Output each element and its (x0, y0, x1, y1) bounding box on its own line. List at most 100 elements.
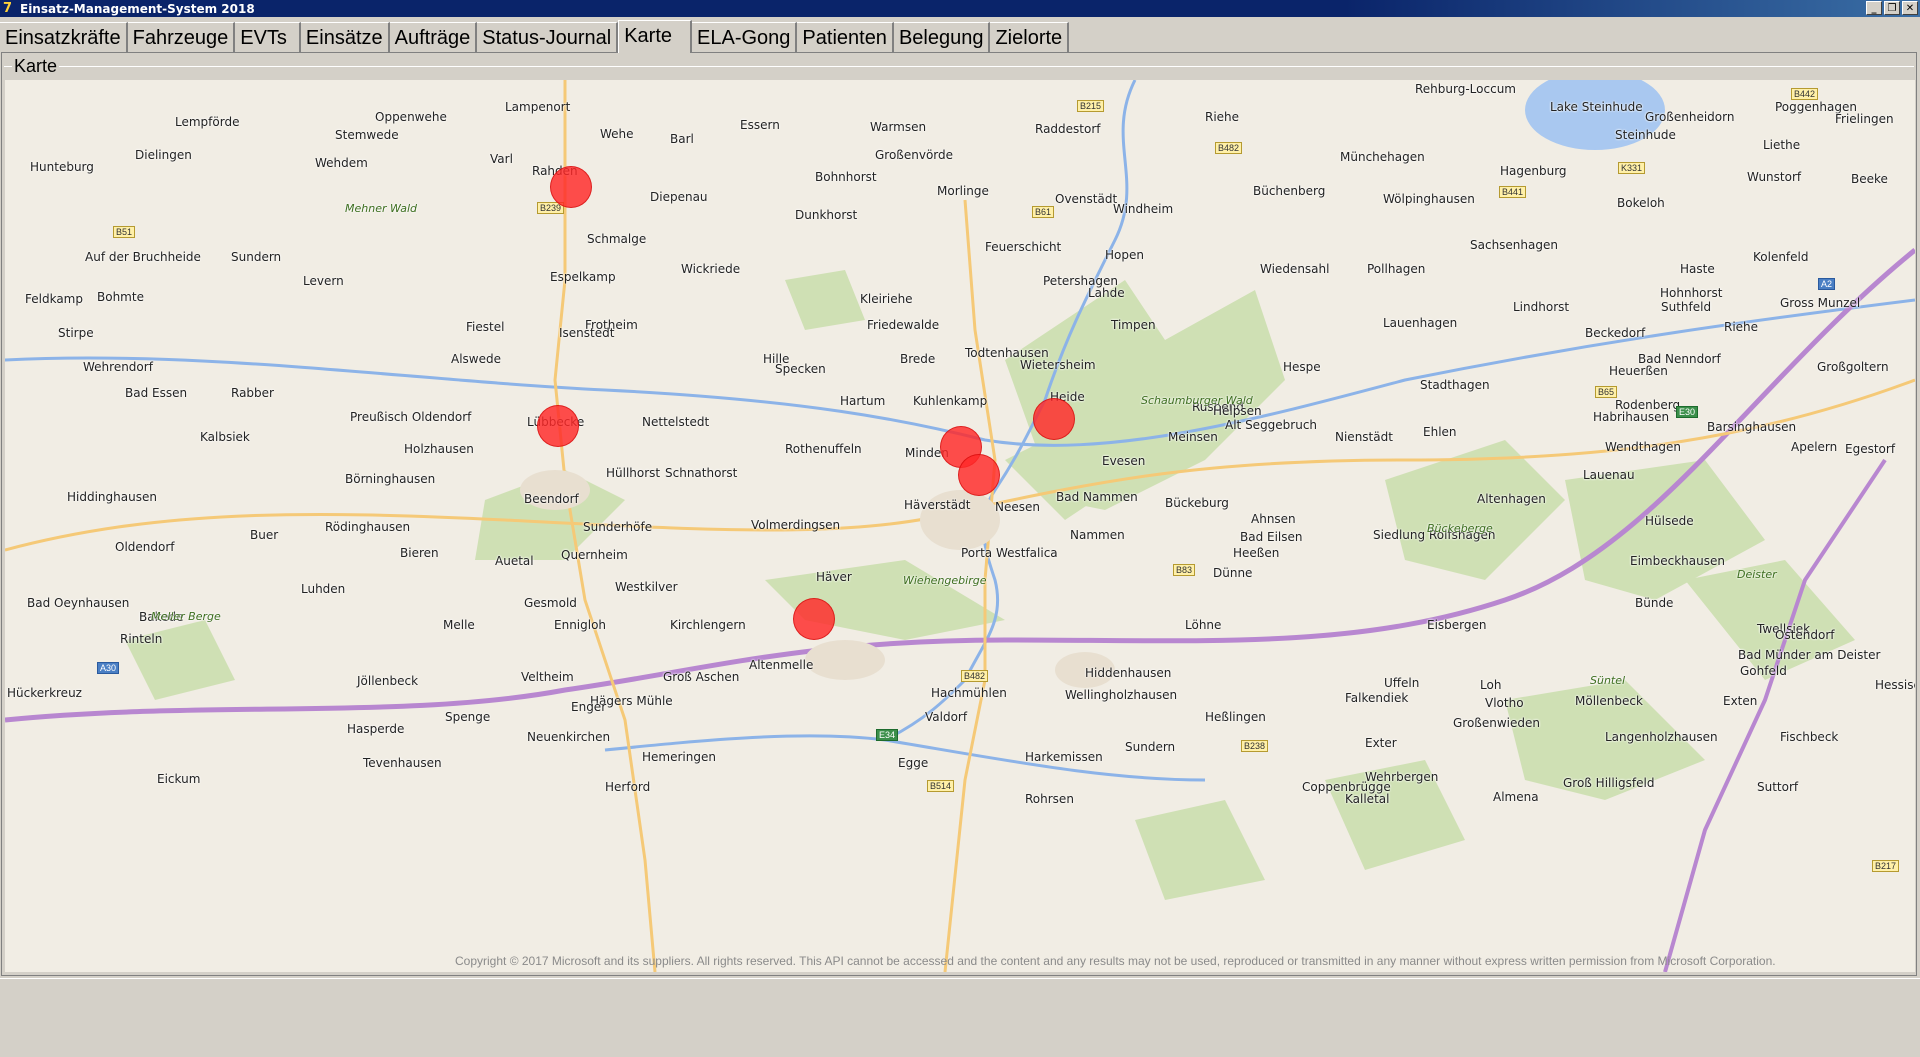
place-label: Heßlingen (1205, 710, 1266, 724)
place-label: Auetal (495, 554, 534, 568)
region-label: Bückeberge (1427, 522, 1493, 535)
place-label: Feuerschicht (985, 240, 1062, 254)
place-label: Fiestel (466, 320, 505, 334)
place-label: Bad Oeynhausen (27, 596, 130, 610)
tab-status-journal[interactable]: Status-Journal (477, 22, 619, 52)
tab-evts[interactable]: EVTs (235, 22, 301, 52)
road-shield: B442 (1791, 88, 1819, 100)
place-label: Isenstedt (559, 326, 615, 340)
tab-einsatzkraefte[interactable]: Einsatzkräfte (0, 22, 128, 52)
place-label: Timpen (1111, 318, 1156, 332)
road-shield: E30 (1676, 406, 1699, 418)
place-label: Wendthagen (1605, 440, 1682, 454)
place-label: Altenhagen (1477, 492, 1546, 506)
region-label: Schaumburger Wald (1141, 394, 1253, 407)
place-label: Kirchlengern (670, 618, 746, 632)
place-label: Tevenhausen (363, 756, 442, 770)
tab-fahrzeuge[interactable]: Fahrzeuge (127, 22, 236, 52)
place-label: Suttorf (1757, 780, 1799, 794)
place-label: Hülsede (1645, 514, 1694, 528)
tab-zielorte[interactable]: Zielorte (990, 22, 1070, 52)
place-label: Evesen (1102, 454, 1146, 468)
restore-button[interactable]: ❐ (1884, 1, 1900, 15)
road-shield: A30 (97, 662, 120, 674)
place-label: Ennigloh (554, 618, 607, 632)
place-label: Brede (900, 352, 936, 366)
place-label: Kalletal (1345, 792, 1390, 806)
incident-marker[interactable] (793, 598, 835, 640)
incident-marker[interactable] (1033, 398, 1075, 440)
place-label: Diepenau (650, 190, 708, 204)
road-shield: A2 (1818, 278, 1836, 290)
place-label: Wehdem (315, 156, 368, 170)
tab-auftraege[interactable]: Aufträge (389, 22, 478, 52)
place-label: Alt Seggebruch (1225, 418, 1318, 432)
window-controls: _ ❐ ✕ (1866, 1, 1918, 15)
place-label: Harkemissen (1025, 750, 1103, 764)
road-shield: B83 (1173, 564, 1196, 576)
tab-karte[interactable]: Karte (618, 20, 693, 53)
tab-einsaetze[interactable]: Einsätze (300, 22, 390, 52)
place-label: Exter (1365, 736, 1397, 750)
place-label: Nammen (1070, 528, 1125, 542)
window-titlebar: 7 Einsatz-Management-System 2018 _ ❐ ✕ (0, 0, 1920, 17)
place-label: Hiddinghausen (67, 490, 157, 504)
tab-ela-gong[interactable]: ELA-Gong (692, 22, 798, 52)
place-label: Varl (490, 152, 513, 166)
place-label: Preußisch Oldendorf (350, 410, 472, 424)
place-label: Bückeburg (1165, 496, 1229, 510)
incident-marker[interactable] (537, 405, 579, 447)
app-icon: 7 (3, 0, 13, 16)
place-label: Dunkhorst (795, 208, 858, 222)
minimize-button[interactable]: _ (1866, 1, 1882, 15)
place-label: Wiedensahl (1260, 262, 1330, 276)
place-label: Büchenberg (1253, 184, 1326, 198)
forest-areas (125, 270, 1855, 900)
tab-patienten[interactable]: Patienten (797, 22, 894, 52)
road-shield: B215 (1077, 100, 1105, 112)
place-label: Kuhlenkamp (913, 394, 988, 408)
tab-belegung[interactable]: Belegung (893, 22, 991, 52)
place-label: Oldendorf (115, 540, 175, 554)
place-label: Schnathorst (665, 466, 738, 480)
road-shield: B482 (1215, 142, 1243, 154)
place-label: Wölpinghausen (1383, 192, 1475, 206)
place-label: Eisbergen (1427, 618, 1487, 632)
incident-marker[interactable] (958, 454, 1000, 496)
road-shield: B514 (927, 780, 955, 792)
map-view[interactable]: Rehburg-Loccum Lake Steinhude Lempförde Opp… (5, 80, 1915, 972)
place-label: Kalbsiek (200, 430, 250, 444)
road-shield: B482 (961, 670, 989, 682)
place-label: Westkilver (615, 580, 678, 594)
place-label: Egestorf (1845, 442, 1896, 456)
place-label: Friedewalde (867, 318, 940, 332)
place-label: Dielingen (135, 148, 192, 162)
place-label: Enger (571, 700, 607, 714)
place-label: Ahnsen (1251, 512, 1296, 526)
place-label: Sachsenhagen (1470, 238, 1558, 252)
place-label: Stemwede (335, 128, 399, 142)
place-label: Apelern (1791, 440, 1838, 454)
place-label: Bad Essen (125, 386, 188, 400)
place-label: Valdorf (925, 710, 968, 724)
place-label: Sunderhöfe (583, 520, 653, 534)
place-label: Volmerdingsen (751, 518, 841, 532)
place-label: Lauenhagen (1383, 316, 1458, 330)
place-label: Altenmelle (749, 658, 814, 672)
place-label: Hachmühlen (931, 686, 1007, 700)
close-button[interactable]: ✕ (1902, 1, 1918, 15)
place-label: Eickum (157, 772, 201, 786)
place-label: Wietersheim (1020, 358, 1096, 372)
place-label: Großenheidorn (1645, 110, 1735, 124)
place-label: Rehburg-Loccum (1415, 82, 1516, 96)
place-label: Bohnhorst (815, 170, 877, 184)
place-label: Herford (605, 780, 651, 794)
place-label: Vlotho (1485, 696, 1524, 710)
place-label: Hartum (840, 394, 886, 408)
place-label: Meinsen (1168, 430, 1218, 444)
place-label: Gesmold (524, 596, 577, 610)
place-label: Steinhude (1615, 128, 1676, 142)
place-label: Ehlen (1423, 425, 1457, 439)
incident-marker[interactable] (550, 166, 592, 208)
place-label: Morlinge (937, 184, 989, 198)
